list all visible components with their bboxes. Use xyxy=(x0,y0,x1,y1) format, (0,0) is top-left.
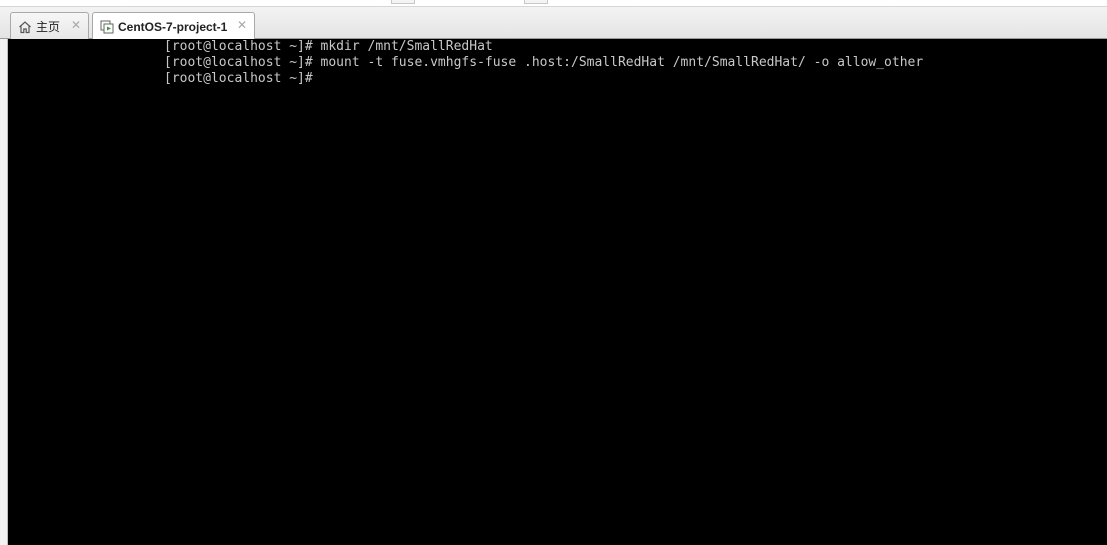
tab-bar: 主页 ✕ CentOS-7-project-1 ✕ xyxy=(0,6,1107,41)
terminal-line: [root@localhost ~]# mount -t fuse.vmhgfs… xyxy=(164,55,924,70)
terminal-prompt: [root@localhost ~]# xyxy=(164,71,313,86)
splitter-handle[interactable] xyxy=(524,0,548,4)
close-icon[interactable]: ✕ xyxy=(237,19,247,31)
splitter-handle[interactable] xyxy=(391,0,415,4)
tab-home-label: 主页 xyxy=(36,20,61,34)
tab-home[interactable]: 主页 ✕ xyxy=(10,12,89,40)
vm-console-icon xyxy=(100,20,114,34)
home-icon xyxy=(18,20,32,34)
terminal-line: [root@localhost ~]# mkdir /mnt/SmallRedH… xyxy=(164,39,493,54)
tab-centos-vm-label: CentOS-7-project-1 xyxy=(118,20,228,34)
vm-console-screen[interactable]: [root@localhost ~]# mkdir /mnt/SmallRedH… xyxy=(8,39,1107,545)
vmware-window: 主页 ✕ CentOS-7-project-1 ✕ [root@localhos… xyxy=(0,0,1107,545)
tab-centos-vm[interactable]: CentOS-7-project-1 ✕ xyxy=(92,12,255,41)
close-icon[interactable]: ✕ xyxy=(71,19,81,31)
left-gutter xyxy=(0,39,8,545)
